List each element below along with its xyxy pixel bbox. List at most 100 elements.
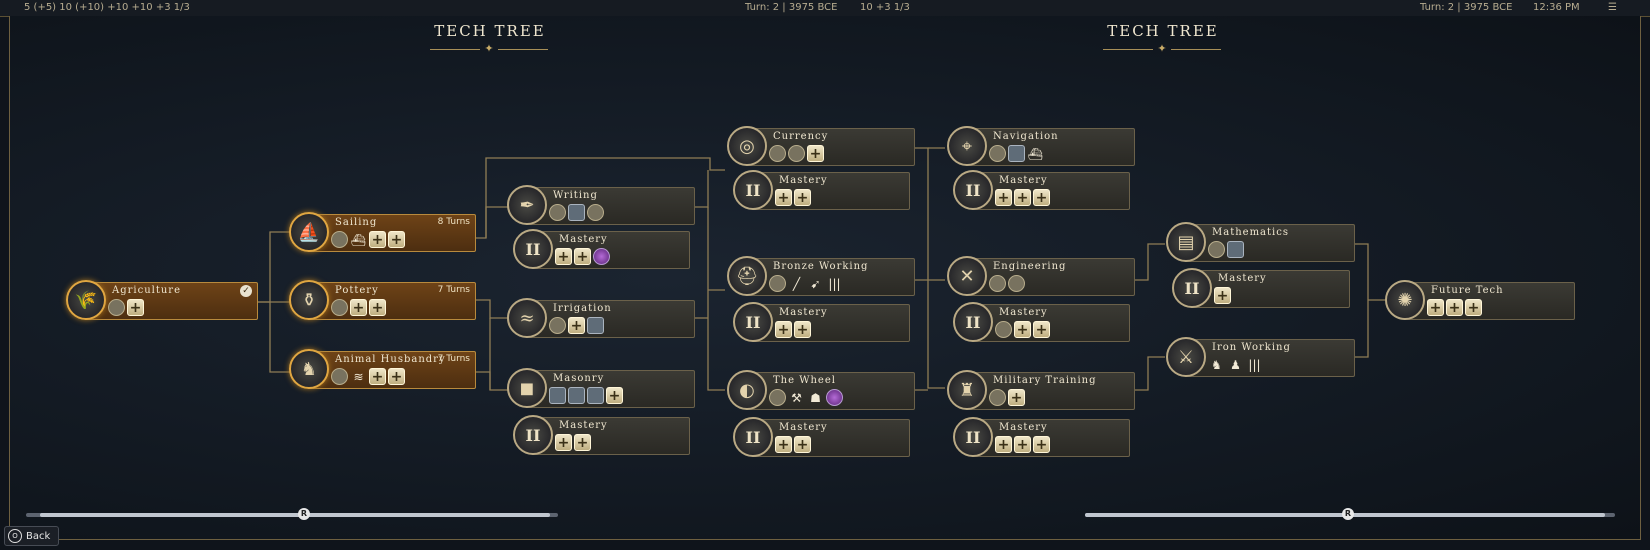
unlock-bonus-icon[interactable]: + (1014, 436, 1031, 453)
unlock-bonus-icon[interactable]: + (606, 387, 623, 404)
unlock-unit-icon[interactable]: ||| (826, 275, 843, 292)
unlock-building-icon[interactable] (989, 145, 1006, 162)
unlock-bonus-icon[interactable]: + (127, 299, 144, 316)
unlock-resource-icon[interactable] (593, 248, 610, 265)
mastery-node-navigation-mastery[interactable]: II Mastery + + + (953, 170, 1130, 212)
unlock-building-icon[interactable] (587, 204, 604, 221)
mastery-node-writing-mastery[interactable]: II Mastery + + (513, 229, 690, 271)
unlock-bonus-icon[interactable]: + (775, 189, 792, 206)
unlock-building-icon[interactable] (331, 368, 348, 385)
tech-node-irrigation[interactable]: ≈ Irrigation + (507, 298, 695, 340)
unlock-bonus-icon[interactable]: + (794, 436, 811, 453)
tech-node-animal-husbandry[interactable]: ♞ Animal Husbandry 7 Turns ≋ + + (289, 349, 476, 391)
unlock-building-icon[interactable] (331, 231, 348, 248)
unlock-wonder-icon[interactable] (1227, 241, 1244, 258)
unlock-bonus-icon[interactable]: + (775, 321, 792, 338)
unlock-bonus-icon[interactable]: + (574, 434, 591, 451)
unlock-unit-icon[interactable]: ||| (1246, 356, 1263, 373)
unlock-bonus-icon[interactable]: + (1014, 189, 1031, 206)
unlock-bonus-icon[interactable]: + (388, 368, 405, 385)
unlock-bonus-icon[interactable]: + (995, 189, 1012, 206)
mastery-node-engineering-mastery[interactable]: II Mastery + + (953, 302, 1130, 344)
tech-node-future-tech[interactable]: ✺ Future Tech + + + (1385, 280, 1575, 322)
unlock-bonus-icon[interactable]: + (794, 189, 811, 206)
tech-node-mathematics[interactable]: ▤ Mathematics (1166, 222, 1355, 264)
unlock-bonus-icon[interactable]: + (1465, 299, 1482, 316)
unlock-bonus-icon[interactable]: + (1008, 389, 1025, 406)
unlock-building-icon[interactable] (788, 145, 805, 162)
unlock-building-icon[interactable] (1008, 275, 1025, 292)
unlock-unit-icon[interactable]: ☗ (807, 389, 824, 406)
tech-node-currency[interactable]: ◎ Currency + (727, 126, 915, 168)
mastery-node-mathematics-mastery[interactable]: II Mastery + (1172, 268, 1350, 310)
unlock-building-icon[interactable] (331, 299, 348, 316)
unlock-wonder-icon[interactable] (568, 387, 585, 404)
tech-node-bronze-working[interactable]: ⛑ Bronze Working ╱ ➹ ||| (727, 256, 915, 298)
unlock-resource-icon[interactable] (826, 389, 843, 406)
unlock-building-icon[interactable] (769, 145, 786, 162)
unlock-building-icon[interactable] (995, 321, 1012, 338)
tech-node-navigation[interactable]: ⌖ Navigation ⛴ (947, 126, 1135, 168)
mastery-node-the-wheel-mastery[interactable]: II Mastery + + (733, 417, 910, 459)
unlock-bonus-icon[interactable]: + (794, 321, 811, 338)
right-scrollbar[interactable]: R (1085, 508, 1615, 520)
tech-node-pottery[interactable]: ⚱ Pottery 7 Turns + + (289, 280, 476, 322)
mastery-node-military-training-mastery[interactable]: II Mastery + + + (953, 417, 1130, 459)
unlock-building-icon[interactable] (108, 299, 125, 316)
tech-node-military-training[interactable]: ♜ Military Training + (947, 370, 1135, 412)
unlock-bonus-icon[interactable]: + (574, 248, 591, 265)
unlock-wonder-icon[interactable] (568, 204, 585, 221)
unlock-bonus-icon[interactable]: + (1033, 436, 1050, 453)
unlock-bonus-icon[interactable]: + (807, 145, 824, 162)
tech-node-agriculture[interactable]: 🌾 Agriculture ✓ + (66, 280, 258, 322)
unlock-building-icon[interactable] (989, 389, 1006, 406)
unlock-bonus-icon[interactable]: + (1033, 189, 1050, 206)
unlock-building-icon[interactable] (769, 275, 786, 292)
unlock-bonus-icon[interactable]: + (1033, 321, 1050, 338)
unlock-bonus-icon[interactable]: + (1446, 299, 1463, 316)
unlock-bonus-icon[interactable]: + (369, 231, 386, 248)
unlock-wonder-icon[interactable] (549, 387, 566, 404)
tech-node-writing[interactable]: ✒ Writing (507, 185, 695, 227)
unlock-building-icon[interactable] (769, 389, 786, 406)
unlock-bonus-icon[interactable]: + (369, 368, 386, 385)
unlock-bonus-icon[interactable]: + (555, 434, 572, 451)
scroll-button-icon[interactable]: R (1342, 508, 1354, 520)
unlock-bonus-icon[interactable]: + (350, 299, 367, 316)
unlock-bonus-icon[interactable]: + (388, 231, 405, 248)
tech-node-engineering[interactable]: ✕ Engineering (947, 256, 1135, 298)
unlock-bonus-icon[interactable]: + (995, 436, 1012, 453)
unlock-bonus-icon[interactable]: + (775, 436, 792, 453)
left-scrollbar[interactable]: R (26, 508, 558, 520)
left-scroll-thumb[interactable] (40, 513, 550, 517)
unlock-bonus-icon[interactable]: + (568, 317, 585, 334)
unlock-wonder-icon[interactable] (587, 317, 604, 334)
unlock-unit-icon[interactable]: ♞ (1208, 356, 1225, 373)
tech-node-the-wheel[interactable]: ◐ The Wheel ⚒ ☗ (727, 370, 915, 412)
unlock-building-icon[interactable] (989, 275, 1006, 292)
unlock-bonus-icon[interactable]: + (369, 299, 386, 316)
unlock-unit-icon[interactable]: ╱ (788, 275, 805, 292)
unlock-unit-icon[interactable]: ⛴ (350, 231, 367, 248)
mastery-node-masonry-mastery[interactable]: II Mastery + + (513, 415, 690, 457)
unlock-bonus-icon[interactable]: + (1214, 287, 1231, 304)
unlock-unit-icon[interactable]: ⛴ (1027, 145, 1044, 162)
unlock-bonus-icon[interactable]: + (555, 248, 572, 265)
unlock-building-icon[interactable] (549, 204, 566, 221)
mastery-node-currency-mastery[interactable]: II Mastery + + (733, 170, 910, 212)
unlock-wonder-icon[interactable] (1008, 145, 1025, 162)
tech-node-iron-working[interactable]: ⚔ Iron Working ♞ ♟ ||| (1166, 337, 1355, 379)
unlock-bonus-icon[interactable]: + (1014, 321, 1031, 338)
unlock-unit-icon[interactable]: ⚒ (788, 389, 805, 406)
mastery-node-bronze-working-mastery[interactable]: II Mastery + + (733, 302, 910, 344)
tech-node-sailing[interactable]: ⛵ Sailing 8 Turns ⛴ + + (289, 212, 476, 254)
unlock-unit-icon[interactable]: ♟ (1227, 356, 1244, 373)
scroll-button-icon[interactable]: R (298, 508, 310, 520)
unlock-unit-icon[interactable]: ➹ (807, 275, 824, 292)
unlock-building-icon[interactable] (549, 317, 566, 334)
unlock-wonder-icon[interactable] (587, 387, 604, 404)
unlock-unit-icon[interactable]: ≋ (350, 368, 367, 385)
back-button[interactable]: O Back (4, 526, 60, 546)
tech-node-masonry[interactable]: ◼ Masonry + (507, 368, 695, 410)
unlock-bonus-icon[interactable]: + (1427, 299, 1444, 316)
